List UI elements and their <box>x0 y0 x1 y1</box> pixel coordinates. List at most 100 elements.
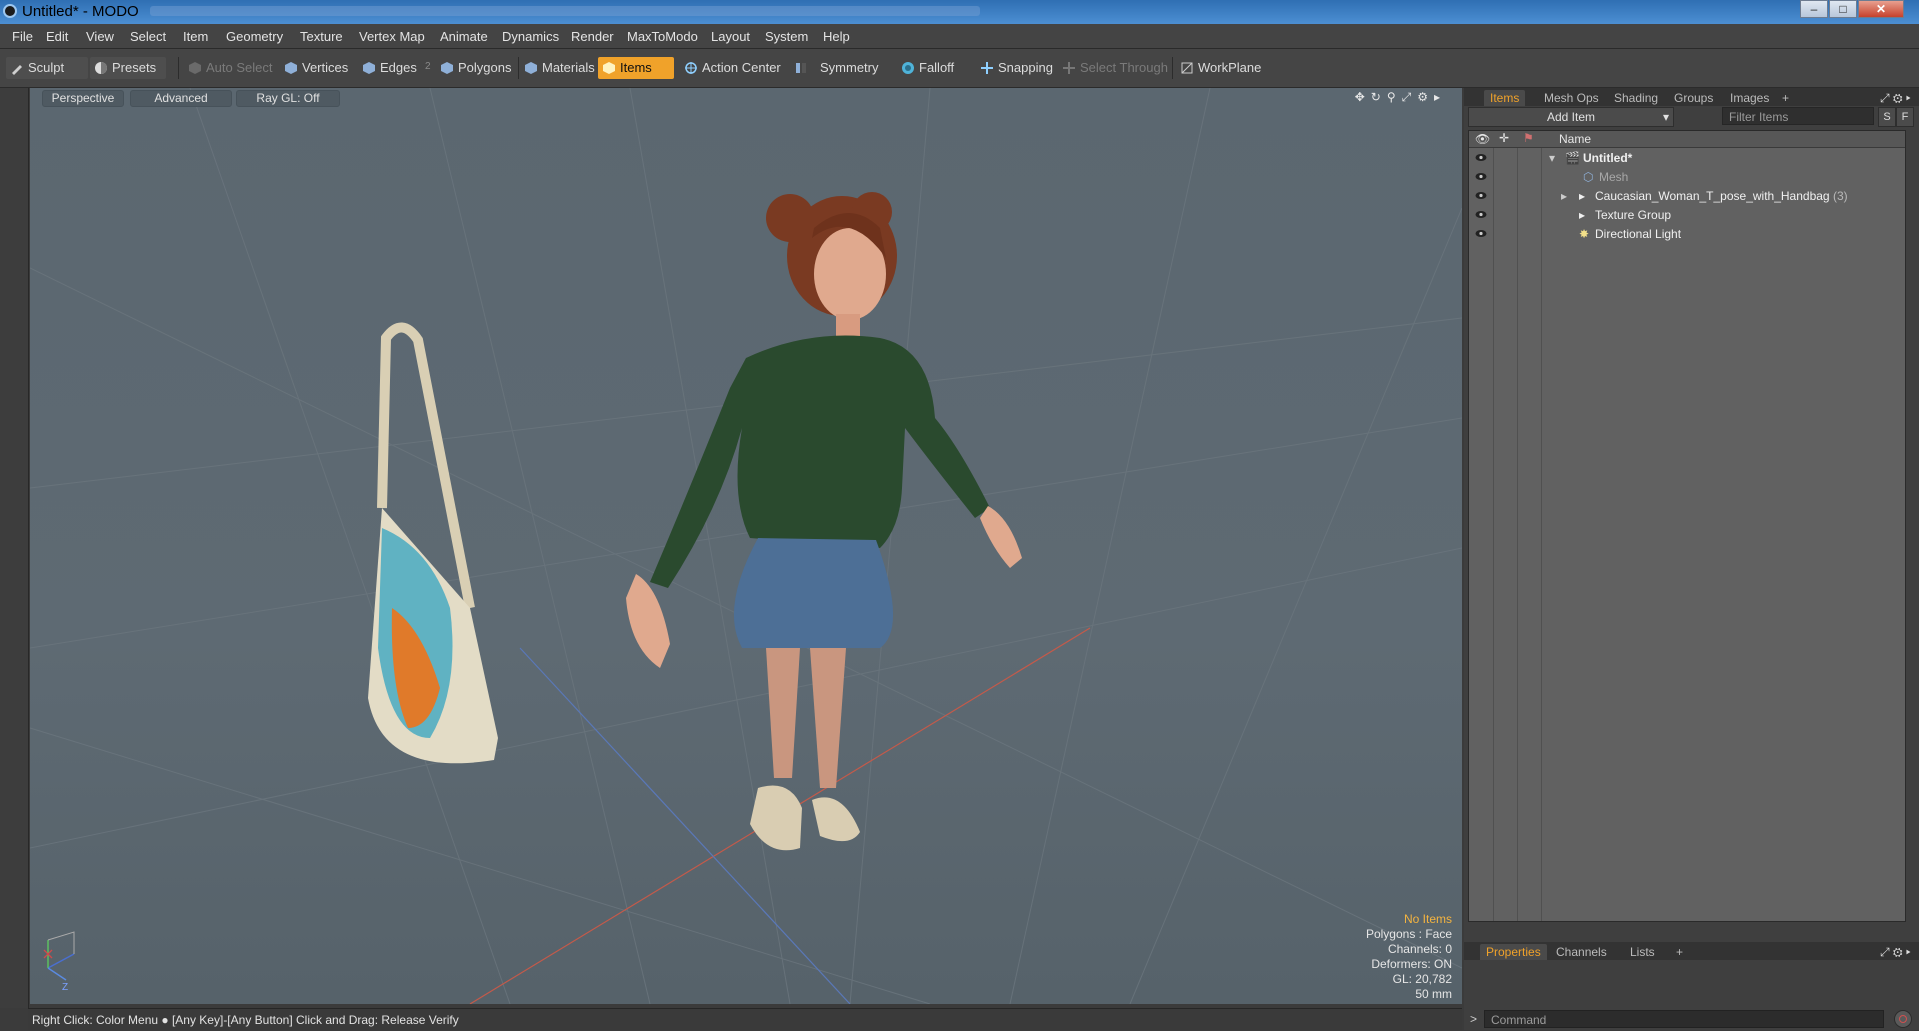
items-toolbar-row: Add Item ▾ Filter Items S F <box>1468 107 1914 127</box>
menu-animate[interactable]: Animate <box>440 29 488 44</box>
symmetry-label: Symmetry <box>820 60 879 75</box>
3d-viewport[interactable]: Z Perspective Advanced Ray GL: Off ✥↻⚲⤢⚙… <box>30 88 1462 1004</box>
workplane-label: WorkPlane <box>1198 60 1262 75</box>
vertices-button[interactable]: Vertices <box>280 57 352 79</box>
visibility-column-icon: 👁 <box>1475 132 1491 146</box>
hud-selection: No Items <box>1403 912 1452 926</box>
tab-lists[interactable]: Lists <box>1624 944 1661 960</box>
visibility-eye-icon[interactable] <box>1475 172 1487 181</box>
tab-shading[interactable]: Shading <box>1608 90 1664 106</box>
visibility-eye-icon[interactable] <box>1475 153 1487 162</box>
minimize-button[interactable]: – <box>1800 0 1828 18</box>
polygons-button[interactable]: Polygons <box>436 57 516 79</box>
s-button[interactable]: S <box>1878 107 1896 127</box>
tree-row-scene[interactable]: ▾ 🎬 Untitled* <box>1469 149 1905 167</box>
name-column-header[interactable]: Name <box>1559 132 1591 146</box>
viewport-nav-icons[interactable]: ✥↻⚲⤢⚙▸ <box>1355 90 1446 105</box>
menu-help[interactable]: Help <box>823 29 850 44</box>
auto-select-button[interactable]: Auto Select <box>184 57 280 79</box>
select-through-icon <box>1063 62 1075 74</box>
viewport-tab-advanced[interactable]: Advanced <box>130 90 232 107</box>
menu-texture[interactable]: Texture <box>300 29 343 44</box>
hud-gl: GL: 20,782 <box>1392 972 1452 986</box>
tree-row-woman[interactable]: ▸ ▸ Caucasian_Woman_T_pose_with_Handbag … <box>1469 187 1905 205</box>
tree-item-label: Untitled* <box>1583 151 1633 165</box>
close-button[interactable]: ✕ <box>1858 0 1904 18</box>
select-through-button[interactable]: Select Through <box>1058 57 1168 79</box>
menu-layout[interactable]: Layout <box>711 29 750 44</box>
falloff-button[interactable]: Falloff <box>897 57 959 79</box>
command-input[interactable]: Command <box>1484 1010 1884 1028</box>
menu-render[interactable]: Render <box>571 29 614 44</box>
symmetry-icon <box>796 63 806 73</box>
menu-maxtomodo[interactable]: MaxToModo <box>627 29 698 44</box>
sculpt-button[interactable]: Sculpt <box>6 57 88 79</box>
tab-add[interactable]: + <box>1670 944 1689 960</box>
expand-arrow-icon[interactable]: ▸ <box>1561 187 1567 205</box>
tab-add[interactable]: + <box>1776 90 1795 106</box>
expand-arrow-icon[interactable]: ▾ <box>1549 149 1555 167</box>
handbag-model <box>368 322 498 764</box>
tab-channels[interactable]: Channels <box>1550 944 1613 960</box>
menu-geometry[interactable]: Geometry <box>226 29 283 44</box>
symmetry-button[interactable]: Symmetry <box>790 57 886 79</box>
panel-expand-icon[interactable]: ⤢ ⚙ ▸ <box>1874 944 1917 960</box>
chevron-down-icon: ▾ <box>1662 110 1669 124</box>
tree-item-count: (3) <box>1832 189 1848 203</box>
materials-button[interactable]: Materials <box>520 57 596 79</box>
tab-groups[interactable]: Groups <box>1668 90 1719 106</box>
action-center-icon <box>685 62 697 74</box>
menu-vertex-map[interactable]: Vertex Map <box>359 29 425 44</box>
menu-view[interactable]: View <box>86 29 114 44</box>
tree-row-directional-light[interactable]: ✸ Directional Light <box>1469 225 1905 243</box>
brush-icon <box>12 65 22 75</box>
menu-edit[interactable]: Edit <box>46 29 68 44</box>
title-bar: Untitled* - MODO – □ ✕ <box>0 0 1919 24</box>
mesh-icon: ⬡ <box>1583 170 1594 184</box>
item-tree: 👁 ✛ ⚑ Name ▾ 🎬 Untitled* ⬡ Mesh ▸ ▸ Cauc… <box>1468 130 1906 922</box>
column-divider <box>1517 131 1518 921</box>
modo-app-icon <box>3 4 17 18</box>
vertices-icon <box>285 62 297 74</box>
tree-item-label: Mesh <box>1599 170 1629 184</box>
light-icon: ✸ <box>1579 227 1590 241</box>
presets-button[interactable]: Presets <box>90 57 166 79</box>
record-icon[interactable] <box>1894 1010 1912 1028</box>
menu-item[interactable]: Item <box>183 29 208 44</box>
action-center-label: Action Center <box>702 60 781 75</box>
items-mode-button[interactable]: Items <box>598 57 674 79</box>
status-bar: Right Click: Color Menu ● [Any Key]-[Any… <box>28 1008 1462 1030</box>
viewport-tab-perspective[interactable]: Perspective <box>42 90 124 107</box>
tab-items[interactable]: Items <box>1484 90 1526 106</box>
visibility-eye-icon[interactable] <box>1475 210 1487 219</box>
snapping-button[interactable]: Snapping <box>976 57 1054 79</box>
f-button[interactable]: F <box>1896 107 1914 127</box>
items-icon <box>603 62 615 74</box>
visibility-eye-icon[interactable] <box>1475 191 1487 200</box>
tab-images[interactable]: Images <box>1724 90 1775 106</box>
workplane-button[interactable]: WorkPlane <box>1176 57 1268 79</box>
visibility-eye-icon[interactable] <box>1475 229 1487 238</box>
column-divider <box>1541 131 1542 921</box>
vertices-label: Vertices <box>302 60 349 75</box>
edges-button[interactable]: Edges <box>358 57 420 79</box>
viewport-tab-raygl[interactable]: Ray GL: Off <box>236 90 340 107</box>
workplane-icon <box>1181 62 1193 74</box>
tree-row-texture-group[interactable]: ▸ Texture Group <box>1469 206 1905 224</box>
tab-properties[interactable]: Properties <box>1480 944 1547 960</box>
add-item-label: Add Item <box>1546 110 1596 124</box>
filter-items-input[interactable]: Filter Items <box>1722 107 1874 125</box>
add-item-button[interactable]: Add Item ▾ <box>1468 107 1674 127</box>
window-title: Untitled* - MODO <box>22 3 139 20</box>
menu-system[interactable]: System <box>765 29 808 44</box>
hud-polygons: Polygons : Face <box>1365 927 1452 941</box>
action-center-button[interactable]: Action Center <box>680 57 784 79</box>
panel-expand-icon[interactable]: ⤢ ⚙ ▸ <box>1874 90 1917 106</box>
menu-dynamics[interactable]: Dynamics <box>502 29 559 44</box>
maximize-button[interactable]: □ <box>1829 0 1857 18</box>
tab-mesh-ops[interactable]: Mesh Ops <box>1538 90 1605 106</box>
title-bar-obscured-text <box>150 6 980 16</box>
menu-select[interactable]: Select <box>130 29 166 44</box>
tree-row-mesh[interactable]: ⬡ Mesh <box>1469 168 1905 186</box>
menu-file[interactable]: File <box>12 29 33 44</box>
